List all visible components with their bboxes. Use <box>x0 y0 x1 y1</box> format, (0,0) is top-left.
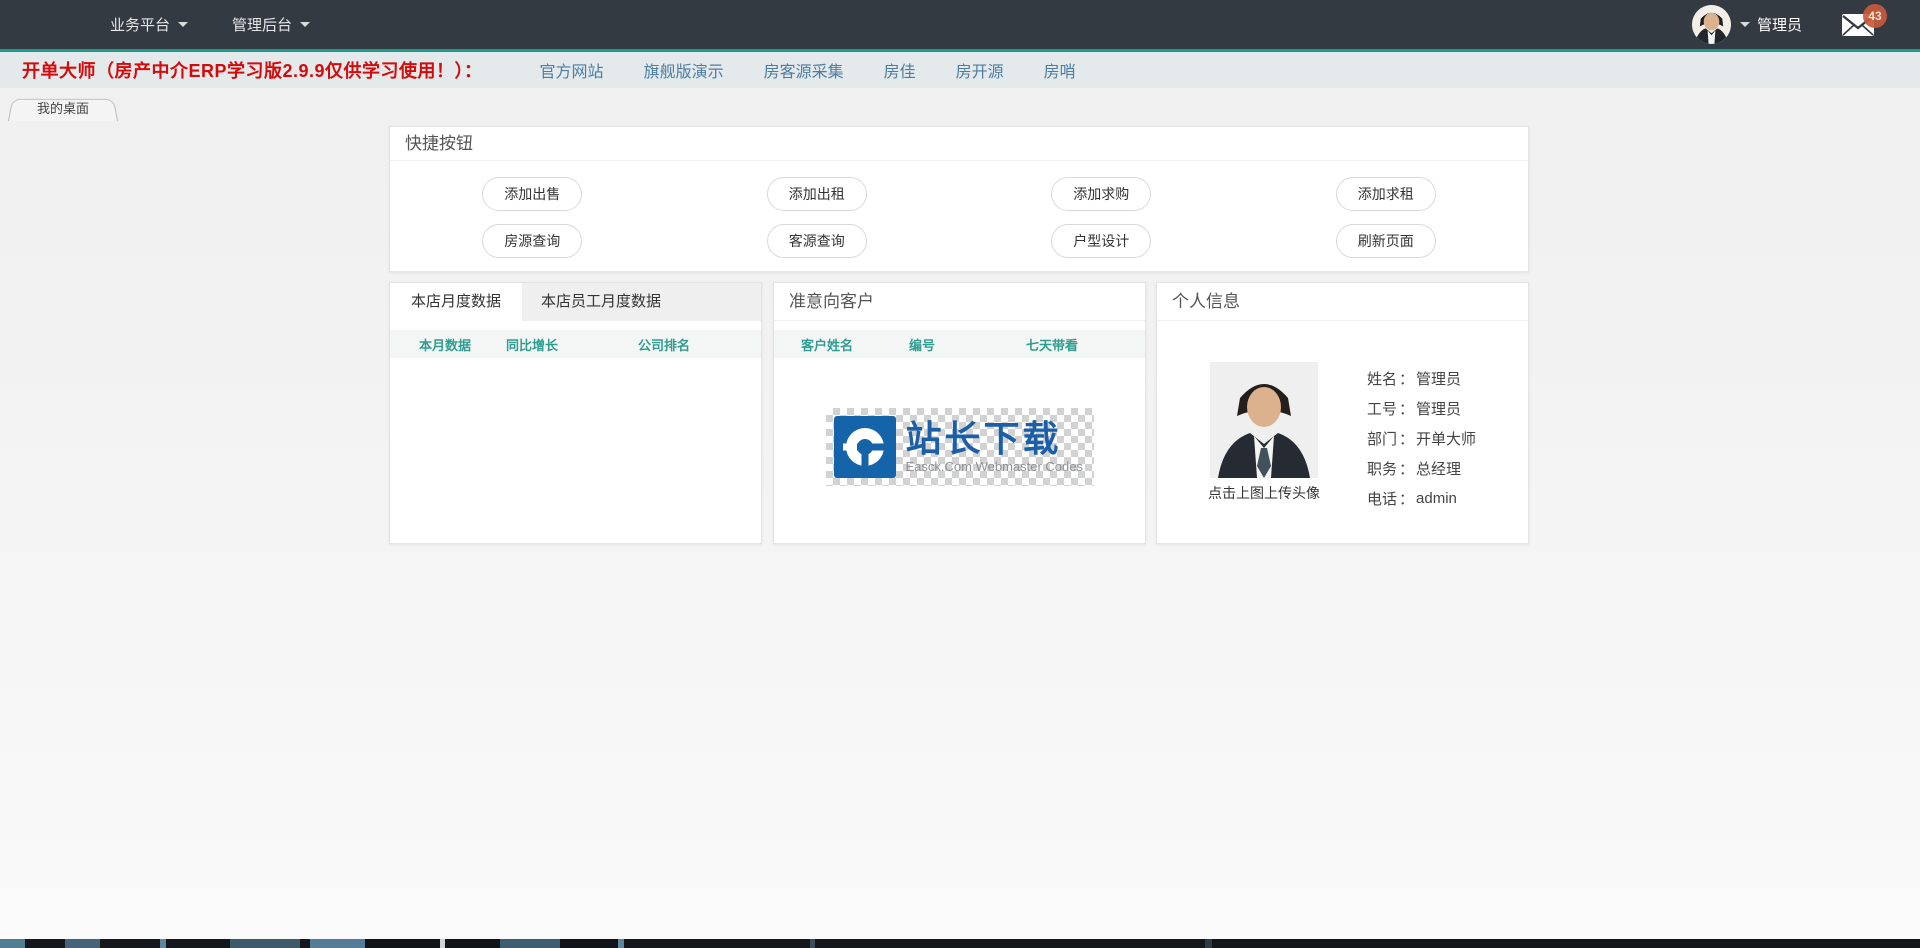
field-employee-id: 工号 管理员 <box>1367 393 1476 423</box>
profile-fields: 姓名 管理员 工号 管理员 部门 开单大师 职务 总经理 电话 admin <box>1367 362 1476 513</box>
nav-menu-business-label: 业务平台 <box>110 14 170 35</box>
profile-body: 点击上图上传头像 姓名 管理员 工号 管理员 部门 开单大师 职务 总经理 电话… <box>1157 321 1528 513</box>
col-company-rank: 公司排名 <box>638 335 761 354</box>
col-customer-id: 编号 <box>909 335 1026 354</box>
col-yoy-growth: 同比增长 <box>506 335 638 354</box>
upload-avatar-hint: 点击上图上传头像 <box>1204 483 1324 503</box>
field-position-label: 职务 <box>1367 458 1416 479</box>
link-flagship-demo[interactable]: 旗舰版演示 <box>644 58 724 82</box>
quick-buttons-panel: 快捷按钮 添加出售 添加出租 添加求购 添加求租 房源查询 客源查询 户型设计 … <box>389 126 1529 272</box>
announcement-bar: 开单大师（房产中介ERP学习版2.9.9仅供学习使用！）： 官方网站 旗舰版演示… <box>0 52 1920 88</box>
field-department: 部门 开单大师 <box>1367 423 1476 453</box>
field-name-value: 管理员 <box>1416 368 1461 389</box>
user-menu[interactable]: 管理员 <box>1740 14 1802 35</box>
link-fangkaiyuan[interactable]: 房开源 <box>956 58 1004 82</box>
store-monthly-panel: 本店月度数据 本店员工月度数据 本月数据 同比增长 公司排名 <box>389 282 762 544</box>
nav-menu-admin[interactable]: 管理后台 <box>232 14 310 35</box>
link-fangjia[interactable]: 房佳 <box>884 58 916 82</box>
chevron-down-icon <box>1740 22 1750 27</box>
field-phone-value: admin <box>1416 490 1457 507</box>
nav-menu-business[interactable]: 业务平台 <box>110 14 188 35</box>
profile-photo-upload[interactable] <box>1210 362 1318 478</box>
top-navbar: 业务平台 管理后台 管理员 4 <box>0 0 1920 49</box>
add-sale-button[interactable]: 添加出售 <box>482 177 582 211</box>
field-position-value: 总经理 <box>1416 458 1461 479</box>
nav-user-area: 管理员 43 <box>1692 0 1874 49</box>
chevron-down-icon <box>178 22 188 27</box>
profile-panel-title: 个人信息 <box>1157 283 1528 321</box>
field-department-value: 开单大师 <box>1416 428 1476 449</box>
field-position: 职务 总经理 <box>1367 453 1476 483</box>
placeholder-watermark-image: 站长下载 Easck.Com Webmaster Codes <box>826 408 1094 486</box>
col-month-data: 本月数据 <box>419 335 506 354</box>
tab-staff-monthly[interactable]: 本店员工月度数据 <box>522 283 680 321</box>
monthly-panel-tabs: 本店月度数据 本店员工月度数据 <box>390 283 761 321</box>
profile-photo-icon <box>1210 362 1318 478</box>
field-department-label: 部门 <box>1367 428 1416 449</box>
refresh-page-button[interactable]: 刷新页面 <box>1336 224 1436 258</box>
field-name-label: 姓名 <box>1367 368 1416 389</box>
col-seven-day-viewings: 七天带看 <box>1026 335 1145 354</box>
add-rent-request-button[interactable]: 添加求租 <box>1336 177 1436 211</box>
watermark-text: 站长下载 Easck.Com Webmaster Codes <box>906 420 1084 474</box>
announcement-notice: 开单大师（房产中介ERP学习版2.9.9仅供学习使用！）： <box>22 57 483 83</box>
tab-store-monthly[interactable]: 本店月度数据 <box>390 283 522 321</box>
monthly-table-header: 本月数据 同比增长 公司排名 <box>390 330 761 358</box>
field-name: 姓名 管理员 <box>1367 363 1476 393</box>
listing-search-button[interactable]: 房源查询 <box>482 224 582 258</box>
tab-my-desktop-label: 我的桌面 <box>8 97 118 121</box>
customer-search-button[interactable]: 客源查询 <box>767 224 867 258</box>
add-buy-request-button[interactable]: 添加求购 <box>1051 177 1151 211</box>
intent-customers-panel: 准意向客户 客户姓名 编号 七天带看 站长下载 Easck.Com Webmas… <box>773 282 1146 544</box>
easck-logo-icon <box>834 416 896 478</box>
floorplan-design-button[interactable]: 户型设计 <box>1051 224 1151 258</box>
add-rent-button[interactable]: 添加出租 <box>767 177 867 211</box>
field-employee-id-value: 管理员 <box>1416 398 1461 419</box>
link-listing-capture[interactable]: 房客源采集 <box>764 58 844 82</box>
link-official-site[interactable]: 官方网站 <box>540 58 604 82</box>
mail-badge: 43 <box>1863 4 1887 28</box>
chevron-down-icon <box>300 22 310 27</box>
personal-info-panel: 个人信息 点击上图上传头像 姓名 管理员 工号 管 <box>1156 282 1529 544</box>
quick-panel-title: 快捷按钮 <box>390 127 1528 161</box>
customers-panel-title: 准意向客户 <box>774 283 1145 321</box>
watermark-title: 站长下载 <box>906 420 1084 458</box>
quick-buttons-grid: 添加出售 添加出租 添加求购 添加求租 房源查询 客源查询 户型设计 刷新页面 <box>390 161 1528 258</box>
field-phone: 电话 admin <box>1367 483 1476 513</box>
field-employee-id-label: 工号 <box>1367 398 1416 419</box>
avatar-photo-icon <box>1692 5 1731 44</box>
profile-photo-column: 点击上图上传头像 <box>1204 362 1324 513</box>
nav-menus: 业务平台 管理后台 <box>110 14 310 35</box>
avatar[interactable] <box>1692 5 1731 44</box>
user-name: 管理员 <box>1757 14 1802 35</box>
watermark-subtitle: Easck.Com Webmaster Codes <box>906 459 1084 474</box>
announcement-links: 官方网站 旗舰版演示 房客源采集 房佳 房开源 房哨 <box>540 58 1076 82</box>
link-fangshao[interactable]: 房哨 <box>1044 58 1076 82</box>
nav-menu-admin-label: 管理后台 <box>232 14 292 35</box>
col-customer-name: 客户姓名 <box>801 335 909 354</box>
taskbar-sliver <box>0 939 1920 948</box>
mail-button[interactable]: 43 <box>1842 14 1874 36</box>
tab-my-desktop[interactable]: 我的桌面 <box>8 97 118 121</box>
customers-table-header: 客户姓名 编号 七天带看 <box>774 330 1145 358</box>
field-phone-label: 电话 <box>1367 488 1416 509</box>
